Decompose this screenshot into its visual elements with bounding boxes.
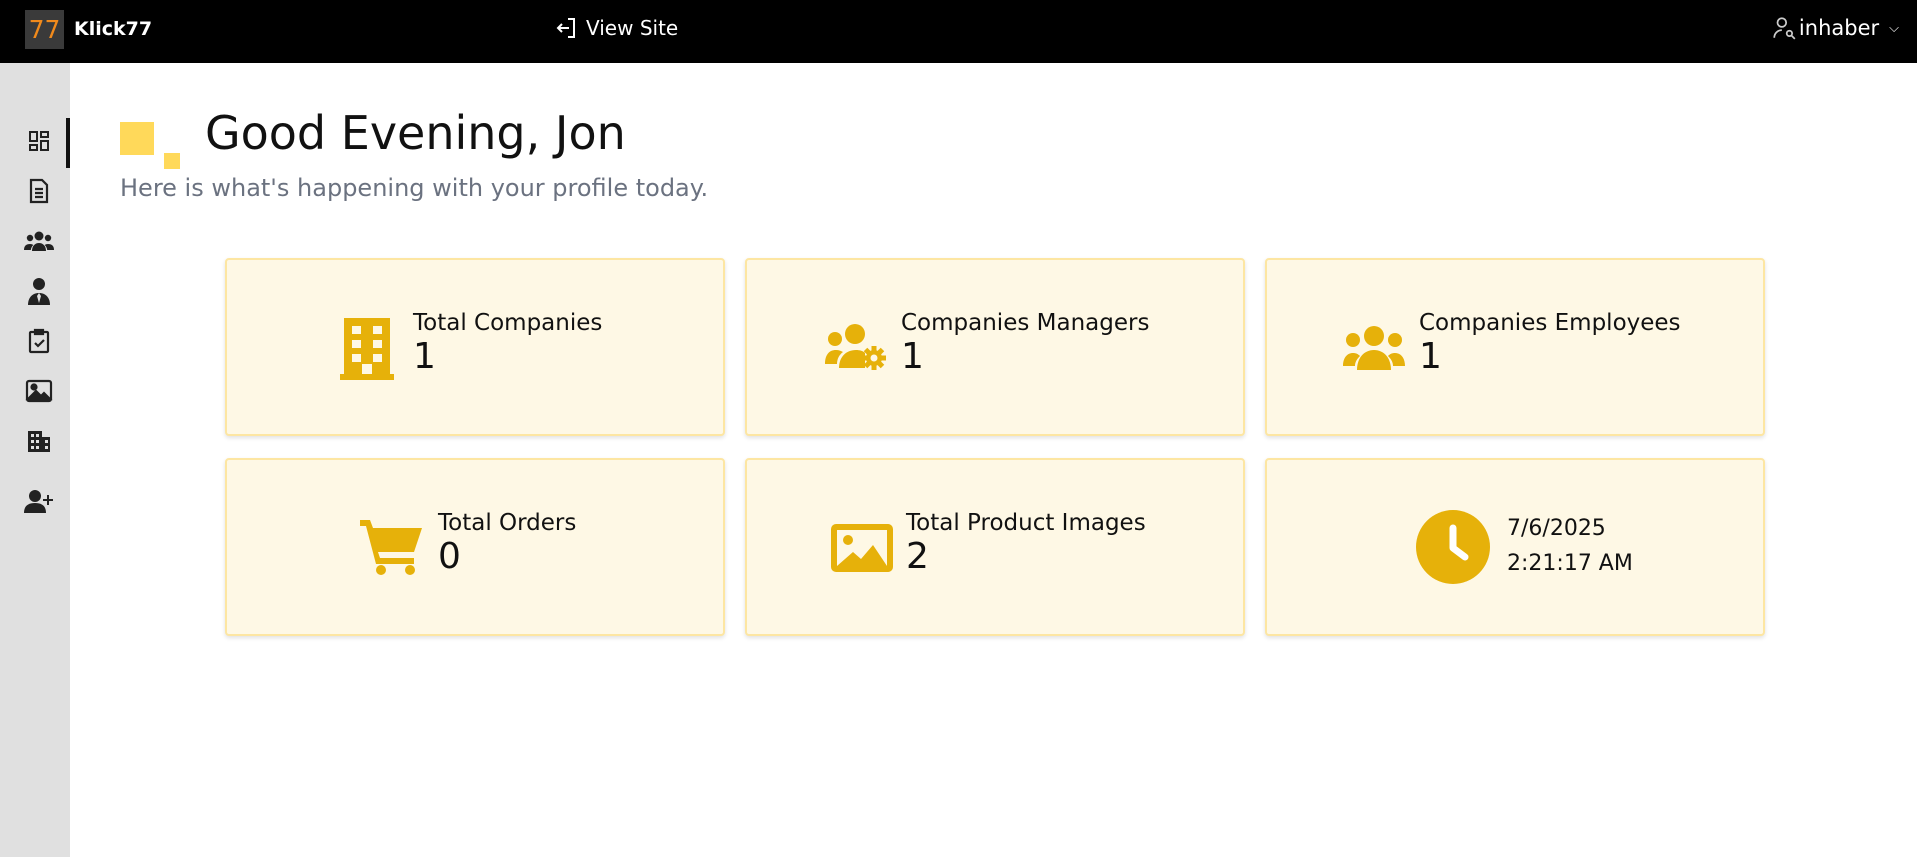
building-icon <box>28 431 50 452</box>
page-subtitle: Here is what's happening with your profi… <box>120 174 709 202</box>
brand-logo: 77 <box>25 9 64 49</box>
document-icon <box>29 178 49 204</box>
chevron-down-icon: ⌵ <box>1889 20 1899 36</box>
brand[interactable]: 77 Klick77 <box>25 9 152 49</box>
clock-icon <box>1416 510 1490 584</box>
clock-card: 7/6/2025 2:21:17 AM <box>1265 458 1765 636</box>
manager-icon <box>28 278 50 305</box>
clock-time: 2:21:17 AM <box>1507 551 1633 576</box>
users-cog-icon <box>825 324 887 370</box>
sidebar-item-groups[interactable] <box>24 226 54 256</box>
sidebar-item-tasks[interactable] <box>24 326 54 356</box>
stat-value: 1 <box>901 336 924 377</box>
user-menu[interactable]: inhaber ⌵ <box>1771 12 1899 44</box>
sidebar-item-dashboard[interactable] <box>24 126 54 156</box>
stat-value: 1 <box>413 336 436 377</box>
stat-card-companies-managers[interactable]: Companies Managers 1 <box>745 258 1245 436</box>
sidebar-item-managers[interactable] <box>24 276 54 306</box>
image-icon <box>831 524 893 572</box>
stat-label: Companies Employees <box>1419 310 1681 336</box>
sidebar-item-images[interactable] <box>24 376 54 406</box>
stat-card-companies-employees[interactable]: Companies Employees 1 <box>1265 258 1765 436</box>
cart-icon <box>360 520 422 576</box>
sidebar-active-indicator <box>66 118 70 168</box>
stat-card-total-product-images[interactable]: Total Product Images 2 <box>745 458 1245 636</box>
header-decoration-large <box>120 122 154 155</box>
sidebar-item-documents[interactable] <box>24 176 54 206</box>
stat-card-total-orders[interactable]: Total Orders 0 <box>225 458 725 636</box>
clipboard-check-icon <box>28 328 50 354</box>
view-site-label: View Site <box>586 16 679 40</box>
sign-out-icon <box>556 18 575 38</box>
stat-value: 0 <box>438 536 461 577</box>
sidebar-item-add-user[interactable] <box>24 486 54 516</box>
view-site-link[interactable]: View Site <box>554 13 678 43</box>
user-add-icon <box>24 490 53 513</box>
image-icon <box>25 379 53 403</box>
users-icon <box>1343 326 1405 370</box>
stat-label: Total Product Images <box>906 510 1146 536</box>
stat-label: Companies Managers <box>901 310 1150 336</box>
stat-card-total-companies[interactable]: Total Companies 1 <box>225 258 725 436</box>
building-icon <box>340 318 394 380</box>
user-name: inhaber <box>1798 16 1880 40</box>
top-navbar: 77 Klick77 View Site inhaber ⌵ <box>0 0 1917 63</box>
stat-value: 1 <box>1419 336 1442 377</box>
page-title: Good Evening, Jon <box>205 106 626 160</box>
brand-name: Klick77 <box>74 18 153 40</box>
stat-label: Total Companies <box>413 310 603 336</box>
dashboard-icon <box>29 131 49 151</box>
stat-value: 2 <box>906 536 929 577</box>
user-key-icon <box>1773 17 1796 40</box>
sidebar <box>0 63 70 857</box>
header-decoration-small <box>164 153 180 169</box>
clock-date: 7/6/2025 <box>1507 516 1606 541</box>
sidebar-item-companies[interactable] <box>24 426 54 456</box>
users-group-icon <box>24 231 54 251</box>
stat-label: Total Orders <box>438 510 577 536</box>
